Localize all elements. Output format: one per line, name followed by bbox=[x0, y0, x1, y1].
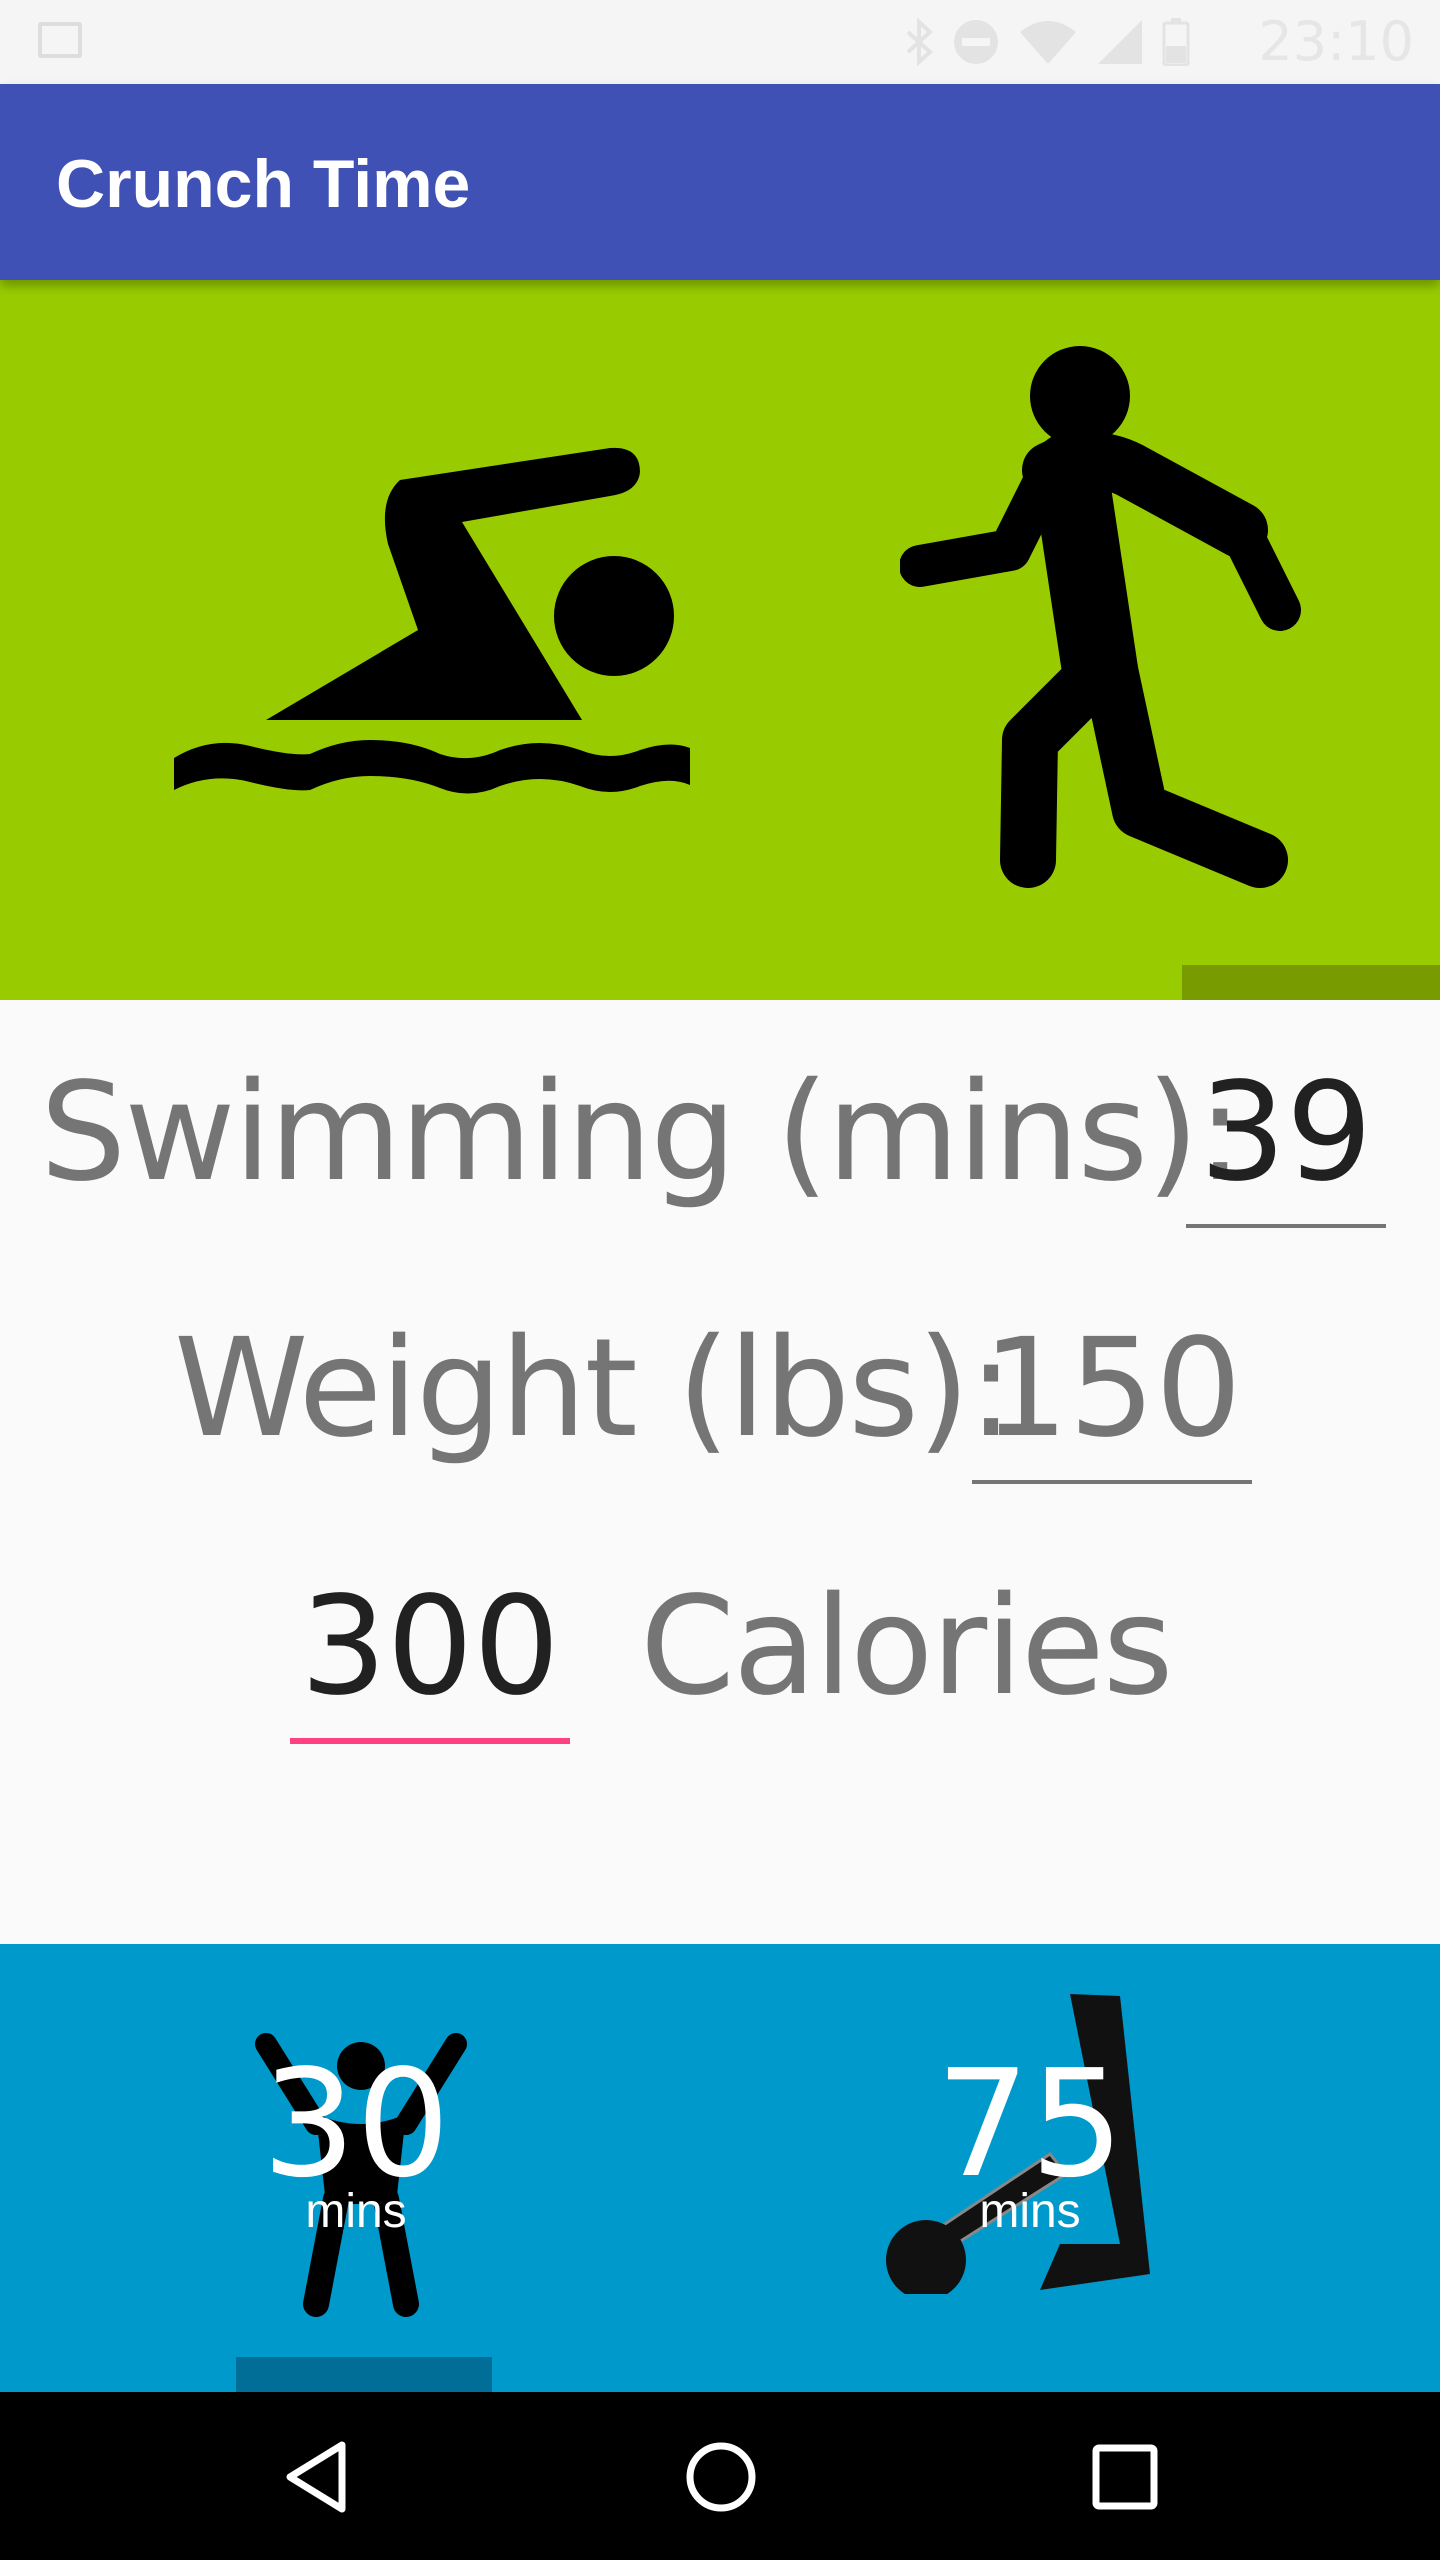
calories-label: Calories bbox=[640, 1568, 1174, 1726]
app-bar: Crunch Time bbox=[0, 84, 1440, 280]
do-not-disturb-icon bbox=[954, 20, 998, 64]
equivalent-exercise-item[interactable]: 30 mins bbox=[206, 1944, 506, 2392]
recents-icon bbox=[1092, 2444, 1158, 2510]
home-icon bbox=[686, 2442, 756, 2512]
swimming-icon[interactable] bbox=[170, 440, 700, 820]
weight-row: Weight (lbs): 150 bbox=[0, 1310, 1440, 1484]
exercise-selector-pager[interactable] bbox=[0, 280, 1440, 1000]
page-indicator bbox=[236, 2357, 492, 2392]
weight-input[interactable]: 150 bbox=[972, 1314, 1252, 1464]
back-icon bbox=[286, 2441, 346, 2513]
equivalent-unit: mins bbox=[979, 2185, 1081, 2238]
walking-icon[interactable] bbox=[900, 340, 1320, 910]
weight-label: Weight (lbs): bbox=[174, 1310, 1014, 1468]
exercise-minutes-input[interactable]: 39 bbox=[1186, 1058, 1386, 1208]
battery-icon bbox=[1162, 18, 1190, 66]
calories-input[interactable]: 300 bbox=[290, 1572, 570, 1722]
exercise-minutes-label: Swimming (mins): bbox=[40, 1054, 1243, 1212]
status-time: 23:10 bbox=[1258, 10, 1414, 73]
weight-underline bbox=[972, 1480, 1252, 1484]
calories-underline bbox=[290, 1738, 570, 1744]
equivalent-exercises-pager[interactable]: 30 mins 75 mins bbox=[0, 1944, 1440, 2392]
home-button[interactable] bbox=[676, 2432, 766, 2522]
signal-icon bbox=[1098, 20, 1142, 64]
app-title: Crunch Time bbox=[56, 146, 471, 222]
equivalent-exercise-item[interactable]: 75 mins bbox=[880, 1944, 1180, 2392]
page-indicator bbox=[1182, 965, 1440, 1000]
calories-row: 300 Calories bbox=[0, 1568, 1440, 1744]
recents-button[interactable] bbox=[1080, 2432, 1170, 2522]
status-icons bbox=[904, 16, 1190, 68]
wifi-icon bbox=[1020, 21, 1076, 64]
equivalent-minutes: 75 bbox=[935, 2038, 1125, 2210]
navigation-bar bbox=[0, 2392, 1440, 2560]
bluetooth-icon bbox=[906, 18, 933, 66]
equivalent-unit: mins bbox=[305, 2185, 407, 2238]
equivalent-minutes: 30 bbox=[261, 2038, 451, 2210]
back-button[interactable] bbox=[272, 2432, 362, 2522]
image-icon bbox=[38, 22, 82, 58]
status-bar: 23:10 bbox=[0, 0, 1440, 84]
exercise-minutes-row: Swimming (mins): 39 bbox=[0, 1054, 1440, 1228]
exercise-minutes-underline bbox=[1186, 1224, 1386, 1228]
